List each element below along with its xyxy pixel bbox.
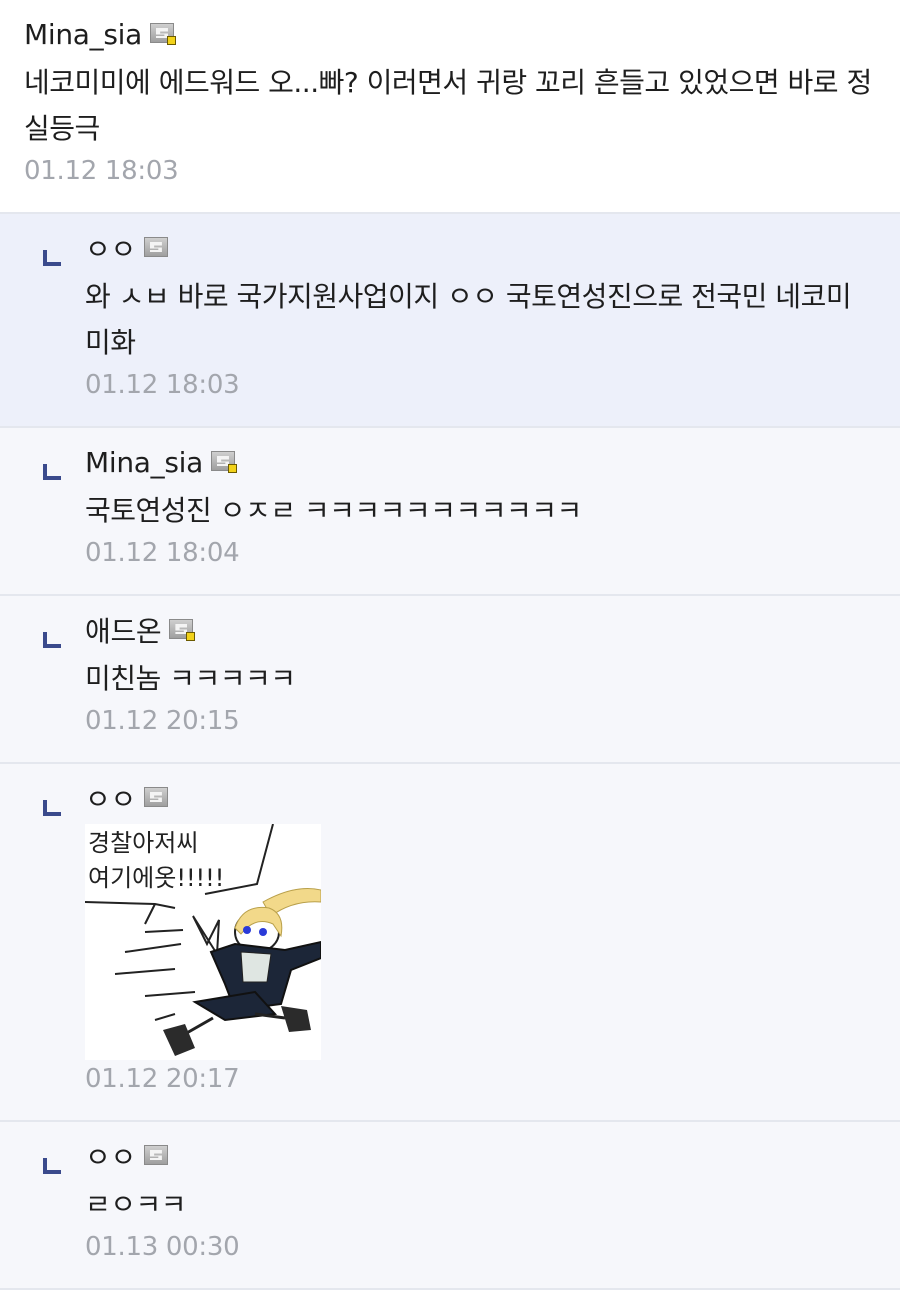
dccon-image[interactable]: 경찰아저씨 여기에옷!!!!! xyxy=(85,824,321,1060)
nickname[interactable]: Mina_sia xyxy=(24,18,142,51)
comment-timestamp: 01.12 20:15 xyxy=(85,706,240,736)
nickname[interactable]: ㅇㅇ xyxy=(85,228,136,268)
reply-comment: Mina_sia 국토연성진 ㅇㅈㄹ ㅋㅋㅋㅋㅋㅋㅋㅋㅋㅋㅋ 01.12 18:… xyxy=(0,428,900,596)
comment-text: 국토연성진 ㅇㅈㄹ ㅋㅋㅋㅋㅋㅋㅋㅋㅋㅋㅋ xyxy=(85,494,582,527)
nickname[interactable]: Mina_sia xyxy=(85,446,203,479)
comment-text: 미친놈 ㅋㅋㅋㅋㅋ xyxy=(85,662,296,695)
comment-timestamp: 01.12 18:04 xyxy=(85,538,240,568)
nickname[interactable]: 애드온 xyxy=(85,610,162,650)
gallery-member-badge-icon xyxy=(143,237,170,259)
dccon-caption-line2: 여기에옷!!!!! xyxy=(88,864,224,892)
fixed-nick-badge-icon xyxy=(169,619,196,641)
comment-header: Mina_sia xyxy=(24,14,876,54)
fixed-nick-badge-icon xyxy=(149,23,176,45)
nickname[interactable]: ㅇㅇ xyxy=(85,1136,136,1176)
comment-timestamp: 01.13 00:30 xyxy=(85,1232,240,1262)
comment-header: ㅇㅇ xyxy=(85,778,876,818)
reply-comment: ㅇㅇ ㄹㅇㅋㅋ 01.13 00:30 xyxy=(0,1122,900,1290)
comment-timestamp: 01.12 20:17 xyxy=(85,1064,240,1094)
reply-arrow-icon xyxy=(43,800,61,816)
comment-timestamp: 01.12 18:03 xyxy=(85,370,240,400)
comment: Mina_sia 네코미미에 에드워드 오...빠? 이러면서 귀랑 꼬리 흔들… xyxy=(0,0,900,214)
comment-header: ㅇㅇ xyxy=(85,228,876,268)
reply-comment: 애드온 미친놈 ㅋㅋㅋㅋㅋ 01.12 20:15 xyxy=(0,596,900,764)
reply-arrow-icon xyxy=(43,464,61,480)
reply-comment: ㅇㅇ 와 ㅅㅂ 바로 국가지원사업이지 ㅇㅇ 국토연성진으로 전국민 네코미미화… xyxy=(0,214,900,428)
comment-header: ㅇㅇ xyxy=(85,1136,876,1176)
comment-text: 네코미미에 에드워드 오...빠? 이러면서 귀랑 꼬리 흔들고 있었으면 바로… xyxy=(24,66,872,145)
comment-timestamp: 01.12 18:03 xyxy=(24,156,179,186)
fixed-nick-badge-icon xyxy=(210,451,237,473)
reply-arrow-icon xyxy=(43,632,61,648)
comment-thread: Mina_sia 네코미미에 에드워드 오...빠? 이러면서 귀랑 꼬리 흔들… xyxy=(0,0,900,1290)
reply-comment: ㅇㅇ 경찰아저씨 여기에옷!!!!! 01.12 20:17 xyxy=(0,764,900,1122)
gallery-member-badge-icon xyxy=(143,787,170,809)
comment-text: 와 ㅅㅂ 바로 국가지원사업이지 ㅇㅇ 국토연성진으로 전국민 네코미미화 xyxy=(85,280,852,359)
nickname[interactable]: ㅇㅇ xyxy=(85,778,136,818)
comment-header: 애드온 xyxy=(85,610,876,650)
dccon-caption-line1: 경찰아저씨 xyxy=(88,829,198,857)
gallery-member-badge-icon xyxy=(143,1145,170,1167)
comment-text: ㄹㅇㅋㅋ xyxy=(85,1188,187,1221)
reply-arrow-icon xyxy=(43,1158,61,1174)
reply-arrow-icon xyxy=(43,250,61,266)
comment-header: Mina_sia xyxy=(85,442,876,482)
